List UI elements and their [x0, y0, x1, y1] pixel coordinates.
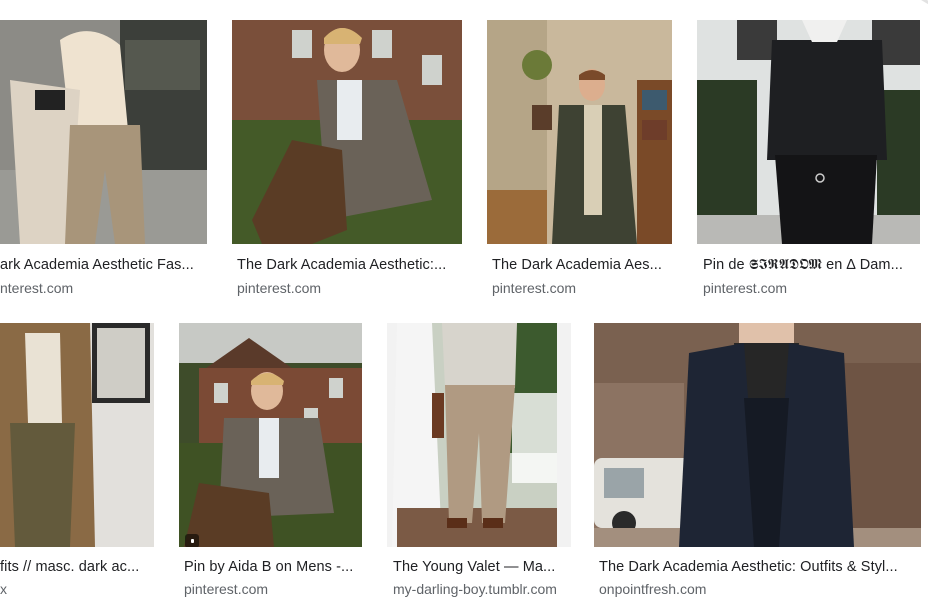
- image-result-card[interactable]: The Dark Academia Aesthetic: Outfits & S…: [594, 320, 928, 610]
- result-title[interactable]: Pin de 𝕾𝕴𝕽𝕬𝕯𝕺𝕸 en ∆ Dam...: [703, 257, 918, 273]
- result-source[interactable]: pinterest.com: [184, 581, 364, 597]
- result-source[interactable]: nterest.com: [0, 280, 205, 296]
- result-title[interactable]: The Dark Academia Aesthetic:...: [237, 257, 462, 273]
- result-source[interactable]: x: [0, 581, 155, 597]
- result-title[interactable]: Pin by Aida B on Mens -...: [184, 559, 364, 575]
- image-result-card[interactable]: ark Academia Aesthetic Fas... nterest.co…: [0, 0, 210, 300]
- man-navy-coat-turtleneck-photo[interactable]: [594, 323, 921, 547]
- image-result-card[interactable]: Pin by Aida B on Mens -... pinterest.com: [179, 320, 369, 610]
- man-smoking-on-lawn-photo[interactable]: [232, 20, 462, 244]
- man-beige-trousers-porch-photo[interactable]: [387, 323, 571, 547]
- image-result-card[interactable]: The Young Valet — Ma... my-darling-boy.t…: [387, 320, 577, 610]
- result-source[interactable]: pinterest.com: [237, 280, 462, 296]
- result-title[interactable]: fits // masc. dark ac...: [0, 559, 155, 575]
- woman-beige-coat-plaid-trousers-photo[interactable]: [0, 20, 207, 244]
- image-result-card[interactable]: Pin de 𝕾𝕴𝕽𝕬𝕯𝕺𝕸 en ∆ Dam... pinterest.com: [697, 0, 928, 300]
- result-source[interactable]: pinterest.com: [703, 280, 918, 296]
- image-result-card[interactable]: fits // masc. dark ac... x: [0, 320, 160, 610]
- result-source[interactable]: onpointfresh.com: [599, 581, 917, 597]
- man-brown-coat-poster-wall-photo[interactable]: [0, 323, 154, 547]
- result-title[interactable]: The Young Valet — Ma...: [393, 559, 573, 575]
- man-black-sweater-photo[interactable]: [697, 20, 920, 244]
- man-smoking-brick-house-photo[interactable]: [179, 323, 362, 547]
- corner-fragment-icon: [921, 0, 928, 5]
- result-title[interactable]: The Dark Academia Aes...: [492, 257, 672, 273]
- image-result-card[interactable]: The Dark Academia Aesthetic:... pinteres…: [232, 0, 464, 300]
- result-title[interactable]: ark Academia Aesthetic Fas...: [0, 257, 205, 273]
- man-long-coat-interior-photo[interactable]: [487, 20, 672, 244]
- result-source[interactable]: my-darling-boy.tumblr.com: [393, 581, 573, 597]
- image-result-card[interactable]: The Dark Academia Aes... pinterest.com: [487, 0, 677, 300]
- image-badge-icon: [185, 534, 199, 547]
- result-title[interactable]: The Dark Academia Aesthetic: Outfits & S…: [599, 559, 917, 575]
- result-source[interactable]: pinterest.com: [492, 280, 672, 296]
